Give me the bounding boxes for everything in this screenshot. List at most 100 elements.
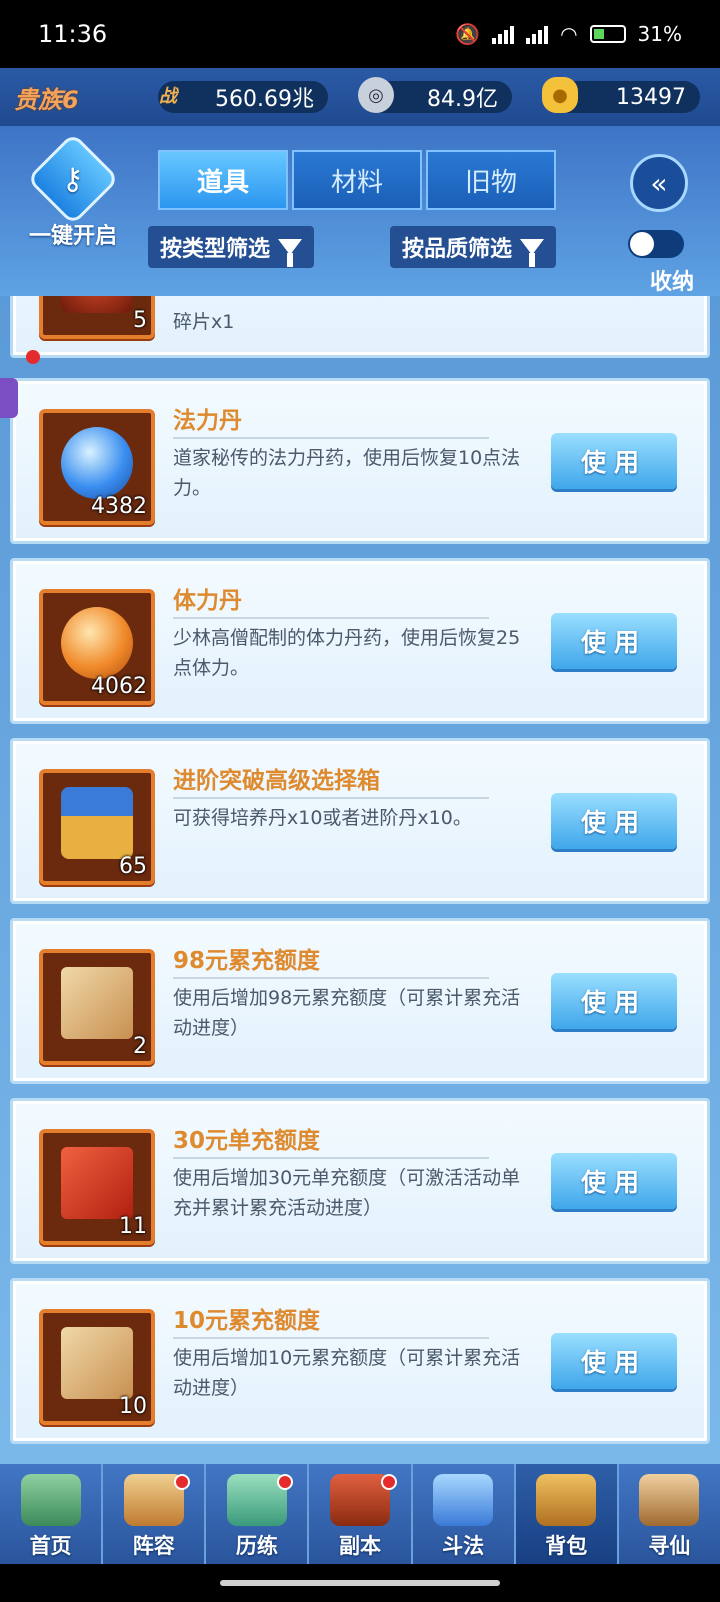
mute-icon: 🔕 [455,22,481,46]
treasure-box-icon [61,787,133,859]
vip-level[interactable]: 贵族6 [14,80,124,115]
power-icon: 战 [159,86,177,107]
status-time: 11:36 [38,20,108,48]
item-list[interactable]: 5 碎片x1 4382 法力丹 道家秘传的法力丹药，使用后恢复10点法力。 使用… [0,296,720,1464]
one-key-open-label: 一键开启 [28,224,117,249]
item-icon: 65 [39,769,155,885]
item-name: 30元单充额度 [173,1128,321,1154]
item-name: 10元累充额度 [173,1308,321,1334]
nav-bag[interactable]: 背包 [515,1464,619,1564]
item-count: 4062 [91,674,147,699]
gold-display[interactable]: ● 13497 [542,77,700,113]
item-name: 体力丹 [173,588,242,614]
filter-icon [278,239,303,267]
use-button[interactable]: 使用 [551,433,677,489]
power-display: 战 560.69兆 [158,81,328,113]
silver-value: 84.9亿 [427,87,498,112]
fold-toggle[interactable] [628,230,684,258]
coupon-icon [61,967,133,1039]
battery-icon [589,25,626,43]
item-desc: 道家秘传的法力丹药，使用后恢复10点法力。 [173,447,521,499]
nav-lineup[interactable]: 阵容 [103,1464,207,1564]
signal-icon-2 [526,24,549,44]
list-item: 2 98元累充额度 使用后增加98元累充额度（可累计累充活动进度） 使用 [10,918,710,1084]
item-icon: 2 [39,949,155,1065]
item-desc: 使用后增加98元累充额度（可累计累充活动进度） [173,987,521,1039]
tab-items[interactable]: 道具 [158,150,288,210]
notification-dot [26,350,40,364]
gold-value: 13497 [616,84,686,110]
side-drawer-handle[interactable] [0,378,18,418]
list-item: 5 碎片x1 [10,296,710,358]
sword-icon [433,1474,494,1526]
item-count: 5 [133,308,147,333]
tab-materials[interactable]: 材料 [292,150,422,210]
list-item: 10 10元累充额度 使用后增加10元累充额度（可累计累充活动进度） 使用 [10,1278,710,1444]
item-name: 法力丹 [173,408,242,434]
home-indicator[interactable] [220,1580,500,1586]
coin-icon: ◎ [358,77,394,113]
item-count: 65 [119,854,147,879]
fold-label: 收纳 [649,270,694,295]
nav-dungeon[interactable]: 副本 [309,1464,413,1564]
item-icon: 11 [39,1129,155,1245]
notification-dot [277,1474,294,1490]
stamina-pill-icon [61,607,133,679]
status-bar: 11:36 🔕 ◠ 31% [0,0,720,68]
item-desc: 使用后增加30元单充额度（可激活活动单充并累计累充活动进度） [173,1167,521,1219]
item-icon: 10 [39,1309,155,1425]
bag-icon [536,1474,597,1526]
nav-arena[interactable]: 斗法 [413,1464,516,1564]
item-count: 4382 [91,494,147,519]
item-icon: 4062 [39,589,155,705]
chest-icon [61,296,133,313]
silver-display[interactable]: ◎ 84.9亿 [358,77,512,113]
notification-dot [380,1474,397,1490]
notification-dot [174,1474,191,1490]
filter-by-type-label: 按类型筛选 [160,237,271,262]
bottom-nav: 首页 阵容 历练 副本 斗法 背包 寻仙 [0,1464,720,1564]
item-desc: 可获得培养丹x10或者进阶丹x10。 [173,807,472,829]
list-item: 65 进阶突破高级选择箱 可获得培养丹x10或者进阶丹x10。 使用 [10,738,710,904]
use-button[interactable]: 使用 [551,973,677,1029]
filter-icon [520,239,545,267]
back-button[interactable]: « [630,154,688,212]
list-item: 4062 体力丹 少林高僧配制的体力丹药，使用后恢复25点体力。 使用 [10,558,710,724]
status-icons: 🔕 ◠ 31% [455,22,682,46]
use-button[interactable]: 使用 [551,1333,677,1389]
signal-icon [492,24,515,44]
nav-seek[interactable]: 寻仙 [619,1464,720,1564]
resource-bar: 贵族6 战 560.69兆 ◎ 84.9亿 ● 13497 [0,68,720,126]
power-value: 560.69兆 [215,87,314,112]
battery-level: 31% [637,22,682,46]
use-button[interactable]: 使用 [551,613,677,669]
one-key-open-button[interactable]: ⚷ 一键开启 [18,132,128,250]
item-icon: 4382 [39,409,155,525]
filter-by-quality-button[interactable]: 按品质筛选 [390,226,557,268]
nav-home[interactable]: 首页 [0,1464,104,1564]
key-icon: ⚷ [26,132,120,226]
item-desc: 少林高僧配制的体力丹药，使用后恢复25点体力。 [173,627,521,679]
use-button[interactable]: 使用 [551,1153,677,1209]
tab-relics[interactable]: 旧物 [426,150,556,210]
item-count: 2 [133,1034,147,1059]
item-count: 11 [119,1214,147,1239]
list-item: 11 30元单充额度 使用后增加30元单充额度（可激活活动单充并累计累充活动进度… [10,1098,710,1264]
coupon-icon [61,1147,133,1219]
mountain-icon [20,1474,81,1526]
use-button[interactable]: 使用 [551,793,677,849]
scroll-icon [639,1474,700,1526]
mana-pill-icon [61,427,133,499]
bag-header: ⚷ 一键开启 道具 材料 旧物 按类型筛选 按品质筛选 « 收纳 [0,126,720,296]
item-desc: 碎片x1 [173,311,235,333]
item-name: 98元累充额度 [173,948,321,974]
nav-training[interactable]: 历练 [206,1464,310,1564]
wifi-icon: ◠ [560,22,578,46]
item-desc: 使用后增加10元累充额度（可累计累充活动进度） [173,1347,521,1399]
filter-by-type-button[interactable]: 按类型筛选 [148,226,315,268]
home-indicator-bar [0,1564,720,1602]
coupon-icon [61,1327,133,1399]
bag-tabs: 道具 材料 旧物 [158,150,560,210]
item-icon: 5 [39,296,155,339]
list-item: 4382 法力丹 道家秘传的法力丹药，使用后恢复10点法力。 使用 [10,378,710,544]
